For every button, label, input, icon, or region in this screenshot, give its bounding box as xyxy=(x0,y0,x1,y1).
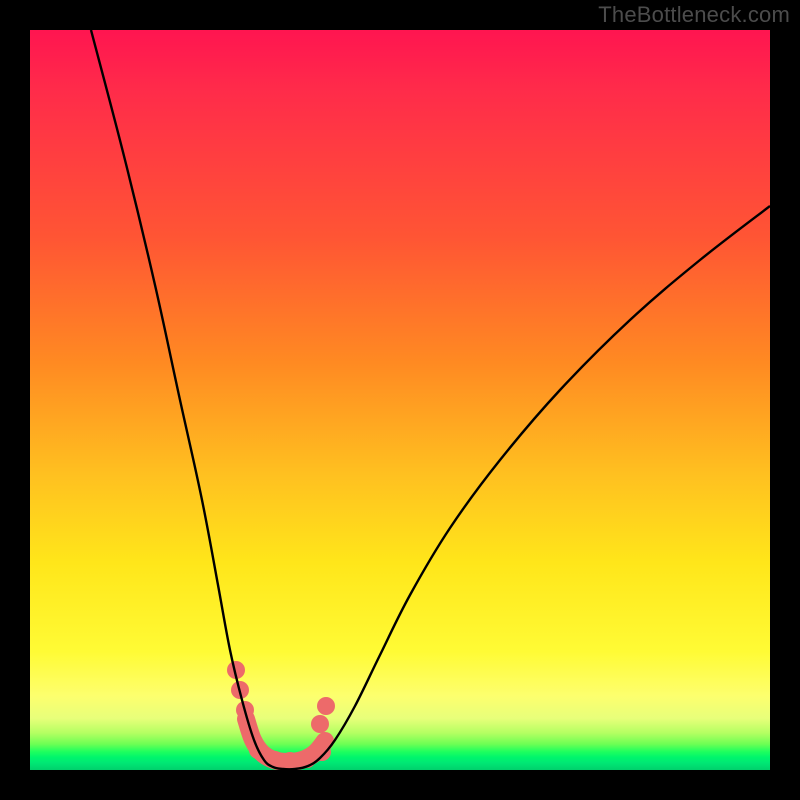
marker-dot xyxy=(311,715,329,733)
bottleneck-range-dots xyxy=(227,661,335,770)
chart-frame: TheBottleneck.com xyxy=(0,0,800,800)
marker-dot xyxy=(317,697,335,715)
plot-area xyxy=(30,30,770,770)
bottleneck-curve xyxy=(91,30,770,769)
marker-dot xyxy=(313,743,331,761)
marker-dot xyxy=(281,752,299,770)
curve-layer xyxy=(30,30,770,770)
watermark-text: TheBottleneck.com xyxy=(598,2,790,28)
